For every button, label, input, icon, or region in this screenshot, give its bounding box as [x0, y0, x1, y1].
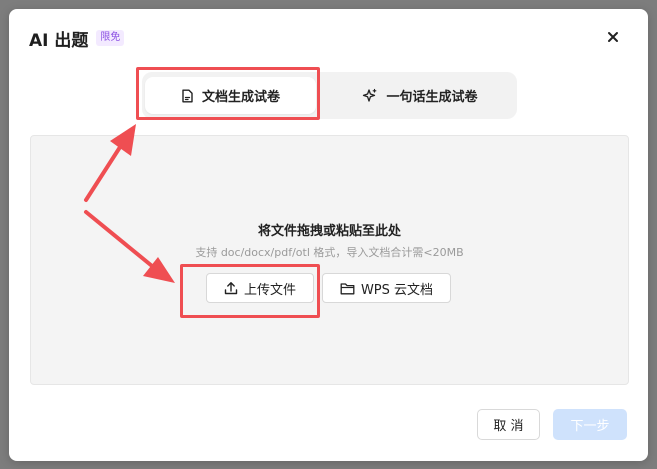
tab-sentence-generate[interactable]: 一句话生成试卷 [336, 77, 504, 114]
tab-label: 一句话生成试卷 [386, 90, 478, 105]
sparkle-icon [363, 88, 377, 102]
free-badge: 限免 [96, 30, 125, 46]
dropzone-title: 将文件拖拽或粘贴至此处 [257, 224, 401, 239]
wps-cloud-doc-button[interactable]: WPS 云文档 [322, 273, 451, 303]
tab-label: 文档生成试卷 [201, 90, 280, 105]
dropzone-hint: 支持 doc/docx/pdf/otl 格式，导入文档合计需<20MB [195, 246, 464, 259]
dialog-header: AI 出题 限免 [29, 27, 125, 51]
mode-tabs: 文档生成试卷 一句话生成试卷 [142, 72, 517, 119]
upload-label: 上传文件 [243, 282, 296, 298]
upload-file-button[interactable]: 上传文件 [206, 273, 314, 303]
ai-question-dialog: AI 出题 限免 文档生成试卷 一句话生成试卷 将文件拖拽或粘贴至此处 支持 d… [9, 9, 648, 461]
upload-icon [224, 282, 238, 295]
file-dropzone[interactable]: 将文件拖拽或粘贴至此处 支持 doc/docx/pdf/otl 格式，导入文档合… [30, 135, 629, 385]
folder-icon [340, 282, 355, 294]
document-icon [182, 89, 193, 102]
dialog-title: AI 出题 [29, 30, 89, 51]
close-icon [608, 32, 618, 42]
tab-document-generate[interactable]: 文档生成试卷 [145, 77, 316, 114]
close-button[interactable] [605, 29, 621, 45]
wps-label: WPS 云文档 [360, 282, 434, 298]
cancel-button[interactable]: 取 消 [477, 409, 540, 440]
next-step-button[interactable]: 下一步 [553, 409, 627, 440]
